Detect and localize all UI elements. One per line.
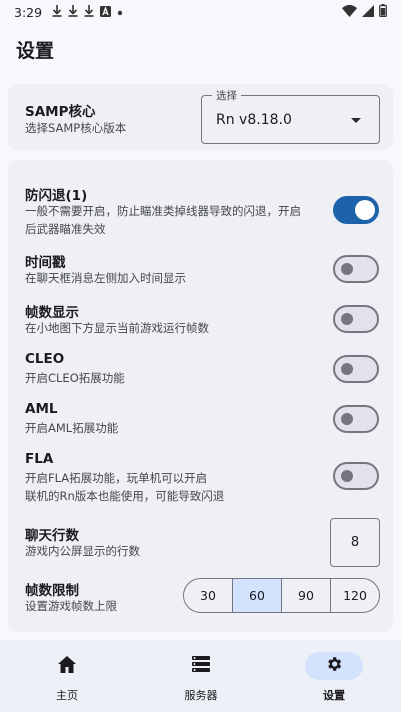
- nav-label-servers: 服务器: [184, 689, 218, 702]
- fla-title: FLA: [25, 451, 54, 467]
- fps-option-30[interactable]: 30: [184, 579, 233, 612]
- nav-pill: [172, 652, 230, 680]
- status-right: [342, 4, 387, 20]
- home-icon: [58, 655, 76, 677]
- signal-icon: [362, 4, 374, 20]
- fps-option-120[interactable]: 120: [331, 579, 379, 612]
- app-a-icon: [100, 5, 112, 19]
- fps-option-60[interactable]: 60: [233, 579, 282, 612]
- fps-limit-title: 帧数限制: [25, 583, 79, 599]
- aml-desc: 开启AML拓展功能: [25, 421, 119, 435]
- switch-knob: [341, 363, 353, 375]
- settings-card: 防闪退(1) 一般不需要开启，防止瞄准类掉线器导致的闪退，开启 后武器瞄准失效 …: [8, 160, 393, 632]
- fla-desc-line1: 开启FLA拓展功能，玩单机可以开启: [25, 471, 208, 485]
- nav-pill-active: [305, 652, 363, 680]
- switch-knob: [355, 200, 375, 220]
- wifi-icon: [342, 4, 357, 20]
- fps-display-switch[interactable]: [333, 305, 379, 333]
- download-icon: [52, 5, 62, 19]
- select-value: Rn v8.18.0: [216, 112, 292, 128]
- fps-limit-segmented: 30 60 90 120: [183, 578, 380, 613]
- cleo-desc: 开启CLEO拓展功能: [25, 371, 125, 385]
- anti-crash-desc-line1: 一般不需要开启，防止瞄准类掉线器导致的闪退，开启: [25, 204, 301, 218]
- fps-display-title: 帧数显示: [25, 305, 79, 321]
- chat-lines-title: 聊天行数: [25, 528, 79, 544]
- dropdown-arrow-icon: [351, 118, 361, 123]
- select-label: 选择: [212, 88, 241, 103]
- samp-core-select[interactable]: 选择 Rn v8.18.0: [201, 88, 380, 144]
- anti-crash-title: 防闪退(1): [25, 188, 88, 204]
- timestamp-desc: 在聊天框消息左侧加入时间显示: [25, 271, 186, 285]
- page-title: 设置: [16, 40, 55, 62]
- gear-icon: [325, 655, 343, 677]
- nav-label-settings: 设置: [323, 689, 345, 702]
- fla-switch[interactable]: [333, 462, 379, 490]
- switch-knob: [341, 263, 353, 275]
- switch-knob: [341, 413, 353, 425]
- nav-item-home[interactable]: 主页: [0, 640, 134, 712]
- timestamp-title: 时间戳: [25, 255, 66, 271]
- anti-crash-switch[interactable]: [333, 196, 379, 224]
- chat-lines-input[interactable]: 8: [330, 518, 380, 567]
- bottom-nav: 主页 服务器 设置: [0, 640, 401, 712]
- anti-crash-desc-line2: 后武器瞄准失效: [25, 222, 106, 236]
- battery-icon: [379, 4, 387, 20]
- status-bar: 3:29: [0, 0, 401, 24]
- cleo-switch[interactable]: [333, 355, 379, 383]
- aml-title: AML: [25, 401, 58, 417]
- nav-item-settings[interactable]: 设置: [267, 640, 401, 712]
- download-icon: [84, 5, 94, 19]
- fps-display-desc: 在小地图下方显示当前游戏运行帧数: [25, 321, 209, 335]
- status-left: 3:29: [14, 5, 123, 20]
- samp-core-title: SAMP核心: [25, 104, 96, 120]
- nav-pill: [38, 652, 96, 680]
- chat-lines-desc: 游戏内公屏显示的行数: [25, 544, 140, 558]
- switch-knob: [341, 313, 353, 325]
- download-icon: [68, 5, 78, 19]
- nav-item-servers[interactable]: 服务器: [134, 640, 268, 712]
- dot-icon: [117, 7, 123, 18]
- samp-core-subtitle: 选择SAMP核心版本: [25, 121, 127, 135]
- switch-knob: [341, 470, 353, 482]
- server-list-icon: [192, 656, 210, 676]
- fps-limit-desc: 设置游戏帧数上限: [25, 599, 117, 613]
- fps-option-90[interactable]: 90: [282, 579, 331, 612]
- fla-desc-line2: 联机的Rn版本也能使用，可能导致闪退: [25, 489, 225, 503]
- cleo-title: CLEO: [25, 351, 65, 367]
- status-time: 3:29: [14, 4, 43, 20]
- aml-switch[interactable]: [333, 405, 379, 433]
- samp-core-card: SAMP核心 选择SAMP核心版本 选择 Rn v8.18.0: [8, 84, 393, 150]
- timestamp-switch[interactable]: [333, 255, 379, 283]
- nav-label-home: 主页: [56, 689, 78, 702]
